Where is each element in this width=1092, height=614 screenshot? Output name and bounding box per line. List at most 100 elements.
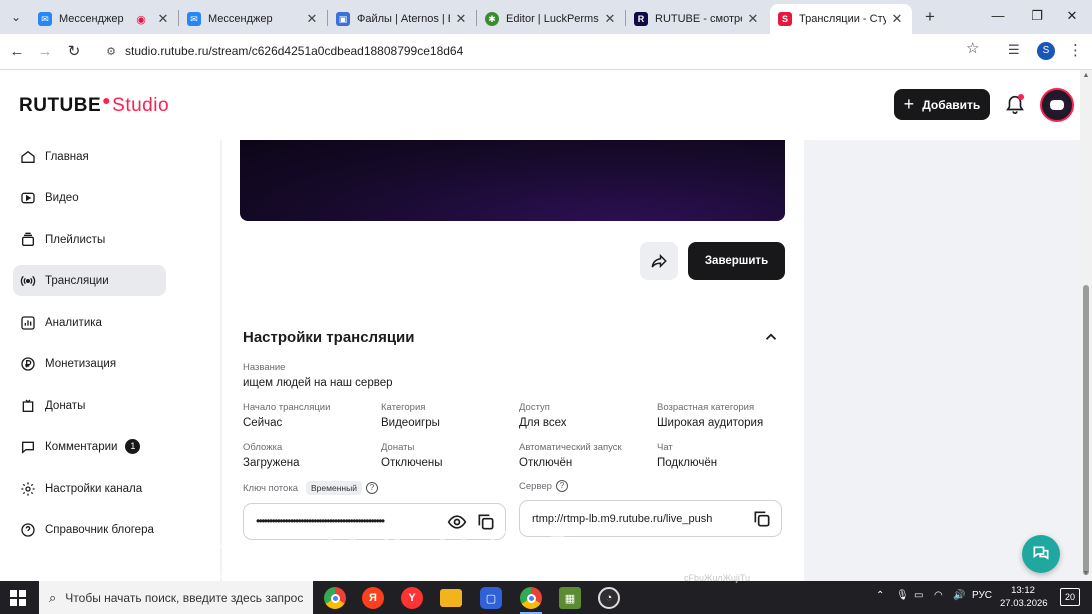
notifications-bell-icon[interactable] bbox=[1004, 93, 1026, 115]
obs-app-icon[interactable]: ◔ bbox=[598, 587, 620, 609]
yandex-browser-icon[interactable]: Y bbox=[401, 587, 423, 609]
sidebar-item-blogger-guide[interactable]: Справочник блогера bbox=[13, 514, 166, 545]
broadcast-icon bbox=[19, 272, 37, 290]
video-overlay-caption: сFbuЖuлЖujiTu bbox=[684, 573, 751, 583]
vk-messenger-icon: ✉ bbox=[187, 12, 201, 26]
windows-start-icon[interactable] bbox=[10, 590, 26, 606]
category-label: Категория bbox=[381, 402, 426, 413]
share-button[interactable] bbox=[640, 242, 678, 280]
url-field[interactable]: ⚙ studio.rutube.ru/stream/c626d4251a0cdb… bbox=[96, 39, 996, 65]
bookmark-star-icon[interactable]: ☆ bbox=[966, 39, 979, 57]
stream-player[interactable] bbox=[240, 140, 785, 221]
sidebar-item-channel-settings[interactable]: Настройки канала bbox=[13, 473, 166, 504]
scroll-down-icon[interactable]: ▼ bbox=[1082, 570, 1090, 577]
address-bar: ← → ↻ ⚙ studio.rutube.ru/stream/c626d425… bbox=[0, 34, 1092, 70]
autostart-label: Автоматический запуск bbox=[519, 442, 622, 453]
browser-tab[interactable]: ✉ Мессенджер ✕ bbox=[179, 4, 327, 34]
page-scrollbar[interactable]: ▲ ▼ bbox=[1080, 70, 1092, 581]
server-help-icon[interactable]: ? bbox=[556, 480, 568, 492]
sidebar-item-monetization[interactable]: Монетизация bbox=[13, 348, 166, 379]
taskbar-clock[interactable]: 13:12 27.03.2026 bbox=[1000, 584, 1048, 610]
window-close-icon[interactable]: ✕ bbox=[1052, 5, 1092, 27]
donations-label: Донаты bbox=[381, 442, 415, 453]
studio-page: RUTUBE ● Studio + Добавить Главная Видео П… bbox=[0, 70, 1080, 581]
donate-icon bbox=[19, 397, 37, 415]
sidebar-item-analytics[interactable]: Аналитика bbox=[13, 307, 166, 338]
start-value: Сейчас bbox=[243, 417, 283, 429]
back-icon[interactable]: ← bbox=[6, 41, 28, 63]
browser-tab[interactable]: ▣ Файлы | Aternos | Бе ✕ bbox=[328, 4, 476, 34]
sidebar-item-donations[interactable]: Донаты bbox=[13, 390, 166, 421]
sidebar-item-playlists[interactable]: Плейлисты bbox=[13, 224, 166, 255]
server-url-field[interactable]: rtmp://rtmp-lb.m9.rutube.ru/live_push bbox=[519, 500, 782, 537]
forward-icon[interactable]: → bbox=[34, 41, 56, 63]
plus-icon: + bbox=[903, 94, 915, 114]
sidebar-item-home[interactable]: Главная bbox=[13, 141, 166, 172]
scrollbar-thumb[interactable] bbox=[1083, 285, 1089, 575]
browser-tab[interactable]: ✉ Мессенджер ◉ ✕ bbox=[30, 4, 178, 34]
add-button[interactable]: + Добавить bbox=[894, 89, 990, 120]
microphone-icon[interactable]: 🎙 bbox=[896, 590, 909, 601]
notification-center-icon[interactable]: 20 bbox=[1060, 588, 1080, 606]
sidebar-item-comments[interactable]: Комментарии 1 bbox=[13, 431, 166, 462]
wifi-icon[interactable]: ◠ bbox=[934, 590, 943, 601]
file-explorer-icon[interactable] bbox=[440, 589, 462, 607]
copy-key-icon[interactable] bbox=[476, 512, 496, 532]
recording-icon: ◉ bbox=[136, 13, 146, 26]
show-key-eye-icon[interactable] bbox=[447, 512, 467, 532]
close-tab-icon[interactable]: ✕ bbox=[603, 11, 617, 27]
battery-icon[interactable]: ▭ bbox=[914, 590, 923, 601]
end-stream-button[interactable]: Завершить bbox=[688, 242, 785, 280]
video-icon bbox=[19, 189, 37, 207]
donations-value: Отключены bbox=[381, 457, 443, 469]
language-indicator[interactable]: РУС bbox=[972, 590, 992, 601]
share-icon bbox=[651, 253, 667, 269]
comments-count-badge: 1 bbox=[125, 439, 141, 454]
close-tab-icon[interactable]: ✕ bbox=[305, 11, 319, 27]
copy-server-icon[interactable] bbox=[752, 509, 772, 529]
media-controls-icon[interactable]: ☰ bbox=[1008, 42, 1020, 58]
launcher-app-icon[interactable]: ▢ bbox=[480, 587, 502, 609]
close-tab-icon[interactable]: ✕ bbox=[454, 11, 468, 27]
analytics-icon bbox=[19, 314, 37, 332]
support-chat-button[interactable] bbox=[1022, 535, 1060, 573]
profile-avatar[interactable]: S bbox=[1037, 42, 1055, 60]
volume-icon[interactable]: 🔊 bbox=[953, 590, 965, 601]
browser-tab-active[interactable]: S Трансляции - Студия ✕ bbox=[770, 4, 912, 34]
server-label: Сервер bbox=[519, 481, 552, 492]
stream-key-field[interactable]: ••••••••••••••••••••••••••••••••••••••••… bbox=[243, 503, 506, 540]
help-circle-icon bbox=[19, 521, 37, 539]
sidebar-item-video[interactable]: Видео bbox=[13, 182, 166, 213]
minimize-icon[interactable]: — bbox=[978, 5, 1018, 27]
tab-search-menu-icon[interactable]: ⌄ bbox=[6, 7, 26, 27]
minecraft-app-icon[interactable]: ▦ bbox=[559, 587, 581, 609]
close-tab-icon[interactable]: ✕ bbox=[746, 11, 760, 27]
scroll-up-icon[interactable]: ▲ bbox=[1082, 72, 1090, 79]
channel-avatar[interactable] bbox=[1040, 88, 1074, 122]
name-label: Название bbox=[243, 362, 286, 373]
close-tab-icon[interactable]: ✕ bbox=[156, 11, 170, 27]
yandex-app-icon[interactable]: Я bbox=[362, 587, 384, 609]
browser-tab[interactable]: R RUTUBE - смотреть в ✕ bbox=[626, 4, 768, 34]
stream-key-label: Ключ потока bbox=[243, 483, 298, 494]
sidebar-item-broadcasts[interactable]: Трансляции bbox=[13, 265, 166, 296]
tray-expand-icon[interactable]: ⌃ bbox=[876, 590, 884, 601]
close-tab-icon[interactable]: ✕ bbox=[890, 11, 904, 27]
chrome-app-icon[interactable] bbox=[324, 587, 346, 609]
browser-tab[interactable]: ✱ Editor | LuckPerms ✕ bbox=[477, 4, 625, 34]
stream-key-masked: ••••••••••••••••••••••••••••••••••••••••… bbox=[256, 514, 385, 528]
rutube-studio-logo[interactable]: RUTUBE ● Studio bbox=[19, 92, 169, 117]
age-label: Возрастная категория bbox=[657, 402, 755, 413]
new-tab-icon[interactable]: + bbox=[920, 7, 940, 27]
reload-icon[interactable]: ↻ bbox=[63, 41, 85, 63]
site-info-icon[interactable]: ⚙ bbox=[104, 45, 118, 59]
luckperms-icon: ✱ bbox=[485, 12, 499, 26]
temporary-key-tag: Временный bbox=[306, 481, 362, 495]
browser-menu-icon[interactable]: ⋮ bbox=[1068, 41, 1083, 59]
collapse-chevron-icon[interactable] bbox=[762, 328, 780, 346]
access-label: Доступ bbox=[519, 402, 550, 413]
restore-icon[interactable]: ❐ bbox=[1017, 5, 1057, 27]
key-help-icon[interactable]: ? bbox=[366, 482, 378, 494]
chrome-active-app-icon[interactable] bbox=[520, 587, 542, 609]
taskbar-search[interactable]: ⌕ Чтобы начать поиск, введите здесь запр… bbox=[39, 581, 313, 614]
